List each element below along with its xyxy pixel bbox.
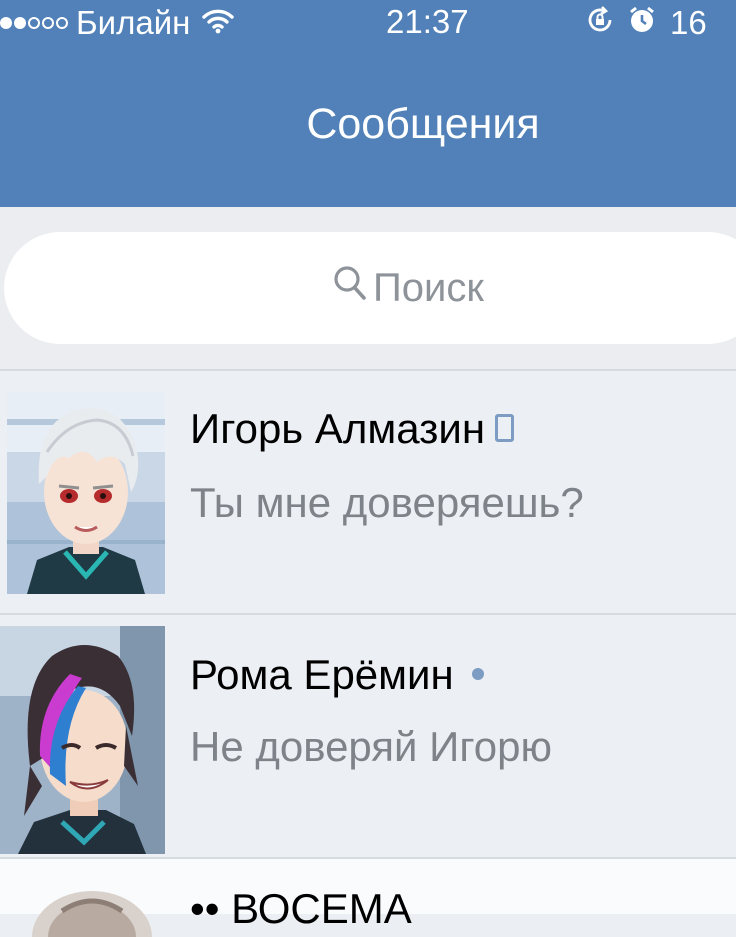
avatar[interactable]	[7, 392, 165, 594]
status-left: Билайн	[0, 3, 235, 43]
search-icon	[333, 265, 373, 311]
search-placeholder-group[interactable]: Поиск	[333, 265, 484, 311]
contact-name-group: Рома Ерёмин	[190, 651, 484, 699]
name-prefix: ••	[190, 885, 220, 932]
battery-text: 16	[670, 4, 707, 41]
orientation-lock-icon	[586, 4, 614, 42]
contact-name: Рома Ерёмин	[190, 651, 454, 698]
search-placeholder: Поиск	[373, 265, 484, 310]
carrier-name: Билайн	[76, 4, 191, 41]
search-area: Поиск	[0, 207, 736, 369]
contact-name: Игорь Алмазин	[190, 405, 486, 452]
online-dot-icon	[471, 667, 484, 680]
signal-strength-icon	[0, 17, 68, 29]
contact-name: ВОСЕМА	[231, 885, 412, 932]
conversation-row[interactable]: Рома Ерёмин Не доверяй Игорю	[0, 613, 736, 859]
wifi-icon	[202, 4, 235, 42]
last-message: Не доверяй Игорю	[190, 723, 552, 770]
avatar[interactable]	[22, 877, 162, 937]
avatar[interactable]	[0, 626, 165, 854]
app-header: Билайн 21:37 16 Сообщения	[0, 0, 736, 207]
last-message: Ты мне доверяешь?	[190, 479, 584, 526]
contact-name-group: •• ВОСЕМА	[190, 885, 412, 933]
page-title: Сообщения	[306, 100, 540, 148]
status-time: 21:37	[386, 3, 469, 40]
conversation-row[interactable]: Игорь Алмазин Ты мне доверяешь?	[0, 369, 736, 615]
mobile-online-icon	[495, 413, 515, 442]
conversation-row[interactable]: •• ВОСЕМА	[0, 857, 736, 937]
alarm-icon	[628, 4, 656, 42]
status-right: 16	[586, 3, 707, 43]
contact-name-group: Игорь Алмазин	[190, 405, 515, 453]
status-bar: Билайн 21:37 16	[0, 0, 736, 48]
